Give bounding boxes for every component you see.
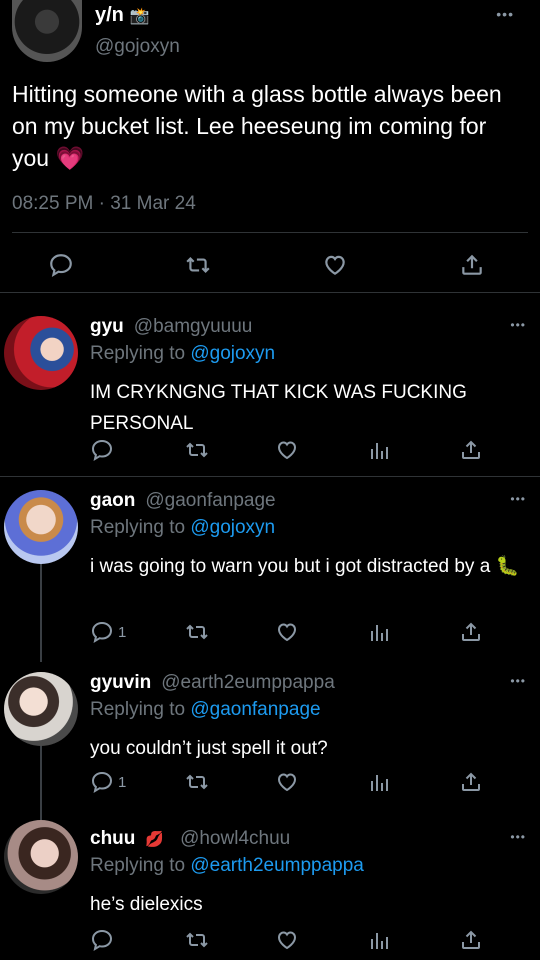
more-options-button[interactable]: ••• [496,6,514,22]
avatar[interactable] [12,0,82,62]
display-name[interactable]: gaon [90,490,135,512]
display-name[interactable]: gyu [90,316,124,338]
analytics-icon[interactable] [367,620,391,644]
display-name[interactable]: gyuvin [90,672,151,694]
analytics-icon[interactable] [367,770,391,794]
reply-tweet[interactable]: gaon @gaonfanpage ••• Replying to @gojox… [0,490,540,650]
like-icon[interactable] [274,438,300,462]
like-icon[interactable] [274,620,300,644]
reply-tweet[interactable]: gyuvin @earth2eumppappa ••• Replying to … [0,672,540,812]
more-options-button[interactable]: ••• [510,830,526,844]
reply-icon[interactable] [48,252,74,278]
lips-emoji-icon: 💋 [145,831,165,848]
like-icon[interactable] [321,252,349,278]
more-options-button[interactable]: ••• [510,674,526,688]
divider [0,292,540,293]
action-bar [0,928,540,958]
retweet-icon[interactable] [184,252,212,278]
share-icon[interactable] [459,620,483,644]
share-icon[interactable] [459,438,483,462]
reply-icon[interactable] [90,438,118,462]
main-tweet: y/n 📸 @gojoxyn ••• Hitting someone with … [0,0,540,292]
tweet-text: Hitting someone with a glass bottle alwa… [12,78,527,174]
share-icon[interactable] [459,928,483,952]
handle[interactable]: @howl4chuu [180,828,290,850]
action-bar: 1 [0,620,540,650]
retweet-icon[interactable] [184,928,210,952]
like-icon[interactable] [274,770,300,794]
share-icon[interactable] [459,770,483,794]
like-icon[interactable] [274,928,300,952]
avatar[interactable] [4,820,78,894]
reply-tweet[interactable]: chuu 💋 @howl4chuu ••• Replying to @earth… [0,820,540,960]
handle[interactable]: @earth2eumppappa [161,672,335,694]
display-name[interactable]: y/n [95,4,124,27]
retweet-icon[interactable] [184,770,210,794]
retweet-icon[interactable] [184,620,210,644]
reply-count: 1 [118,623,127,641]
avatar[interactable] [4,490,78,564]
reply-count: 1 [118,773,127,791]
reply-icon[interactable]: 1 [90,770,126,794]
action-bar [0,438,540,468]
action-bar [0,248,540,282]
action-bar: 1 [0,770,540,800]
replying-label: Replying to [90,517,186,538]
retweet-icon[interactable] [184,438,210,462]
avatar[interactable] [4,672,78,746]
reply-text: i was going to warn you but i got distra… [90,551,530,582]
display-name[interactable]: chuu [90,828,135,850]
divider [12,232,528,233]
analytics-icon[interactable] [367,438,391,462]
handle[interactable]: @bamgyuuuu [134,316,253,338]
more-options-button[interactable]: ••• [510,492,526,506]
reply-text: he’s dielexics [90,894,203,915]
tweet-text-content: Hitting someone with a glass bottle alwa… [12,81,502,171]
mention-link[interactable]: @earth2eumppappa [190,855,364,876]
analytics-icon[interactable] [367,928,391,952]
replying-label: Replying to [90,343,186,364]
reply-icon[interactable]: 1 [90,620,126,644]
replying-label: Replying to [90,855,186,876]
timestamp[interactable]: 08:25 PM · 31 Mar 24 [12,193,196,215]
reply-tweet[interactable]: gyu @bamgyuuuu ••• Replying to @gojoxyn … [0,316,540,476]
reply-text: you couldn’t just spell it out? [90,738,328,759]
reply-text: IM CRYKNGNG THAT KICK WAS FUCKING PERSON… [90,382,467,434]
mention-link[interactable]: @gaonfanpage [190,699,320,720]
mention-link[interactable]: @gojoxyn [190,517,275,538]
replying-label: Replying to [90,699,186,720]
caterpillar-emoji-icon: 🐛 [495,556,520,577]
divider [0,476,540,477]
more-options-button[interactable]: ••• [510,318,526,332]
share-icon[interactable] [458,252,486,278]
mention-link[interactable]: @gojoxyn [190,343,275,364]
handle[interactable]: @gojoxyn [95,36,180,58]
handle[interactable]: @gaonfanpage [145,490,275,512]
reply-icon[interactable] [90,928,118,952]
reply-text-content: i was going to warn you but i got distra… [90,556,491,577]
heart-emoji-icon: 💗 [55,145,85,171]
avatar[interactable] [4,316,78,390]
camera-icon: 📸 [129,7,150,25]
